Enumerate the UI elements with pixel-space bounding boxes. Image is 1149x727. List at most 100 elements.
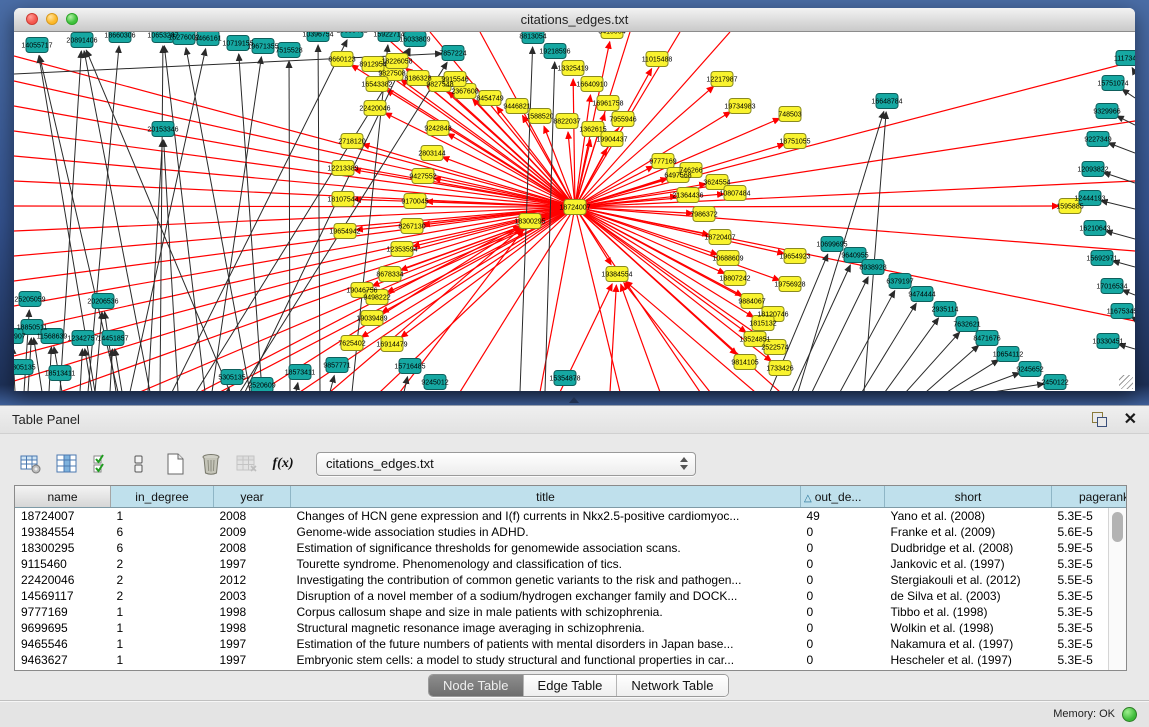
- tab-edge-table[interactable]: Edge Table: [524, 675, 618, 696]
- table-cell[interactable]: 19384554: [15, 524, 111, 540]
- table-cell[interactable]: 18724007: [15, 508, 111, 525]
- close-icon[interactable]: ✕: [1124, 409, 1137, 429]
- column-header-outde[interactable]: △out_de...: [801, 486, 885, 508]
- window-titlebar[interactable]: citations_edges.txt: [14, 8, 1135, 32]
- table-cell[interactable]: 6: [111, 540, 214, 556]
- network-canvas[interactable]: 1872400718300295193845541332541916640910…: [14, 32, 1135, 391]
- table-row[interactable]: 1938455462009Genome-wide association stu…: [15, 524, 1127, 540]
- column-header-pagerank[interactable]: pagerank: [1052, 486, 1128, 508]
- table-cell[interactable]: 0: [801, 588, 885, 604]
- table-row[interactable]: 1830029562008Estimation of significance …: [15, 540, 1127, 556]
- table-cell[interactable]: Estimation of significance thresholds fo…: [291, 540, 801, 556]
- table-cell[interactable]: 9777169: [15, 604, 111, 620]
- table-cell[interactable]: 2012: [214, 572, 291, 588]
- new-attribute-icon[interactable]: [160, 450, 190, 478]
- attribute-table-icon[interactable]: [16, 450, 46, 478]
- table-cell[interactable]: 18300295: [15, 540, 111, 556]
- table-cell[interactable]: 1998: [214, 620, 291, 636]
- table-row[interactable]: 946362711997Embryonic stem cells: a mode…: [15, 652, 1127, 668]
- table-row[interactable]: 969969511998Structural magnetic resonanc…: [15, 620, 1127, 636]
- table-cell[interactable]: Jankovic et al. (1997): [885, 556, 1052, 572]
- table-vertical-scrollbar[interactable]: [1108, 508, 1126, 670]
- tab-network-table[interactable]: Network Table: [617, 675, 727, 696]
- table-cell[interactable]: 9699695: [15, 620, 111, 636]
- split-divider-handle[interactable]: [569, 397, 579, 403]
- table-cell[interactable]: Franke et al. (2009): [885, 524, 1052, 540]
- table-cell[interactable]: Nakamura et al. (1997): [885, 636, 1052, 652]
- float-window-icon[interactable]: [1091, 411, 1107, 427]
- table-cell[interactable]: Tourette syndrome. Phenomenology and cla…: [291, 556, 801, 572]
- table-cell[interactable]: 1997: [214, 556, 291, 572]
- column-header-year[interactable]: year: [214, 486, 291, 508]
- table-cell[interactable]: Hescheler et al. (1997): [885, 652, 1052, 668]
- delete-attribute-icon[interactable]: [196, 450, 226, 478]
- table-cell[interactable]: 0: [801, 572, 885, 588]
- function-builder-icon[interactable]: f(x): [268, 450, 298, 478]
- table-cell[interactable]: Investigating the contribution of common…: [291, 572, 801, 588]
- table-cell[interactable]: 1: [111, 652, 214, 668]
- table-cell[interactable]: Wolkin et al. (1998): [885, 620, 1052, 636]
- table-cell[interactable]: de Silva et al. (2003): [885, 588, 1052, 604]
- table-cell[interactable]: 49: [801, 508, 885, 525]
- column-header-title[interactable]: title: [291, 486, 801, 508]
- table-cell[interactable]: Corpus callosum shape and size in male p…: [291, 604, 801, 620]
- scrollbar-thumb[interactable]: [1112, 512, 1123, 542]
- table-row[interactable]: 1872400712008Changes of HCN gene express…: [15, 508, 1127, 525]
- table-cell[interactable]: Tibbo et al. (1998): [885, 604, 1052, 620]
- table-cell[interactable]: 0: [801, 556, 885, 572]
- table-cell[interactable]: 2009: [214, 524, 291, 540]
- table-cell[interactable]: 1997: [214, 636, 291, 652]
- rows-icon[interactable]: [124, 450, 154, 478]
- window-resize-grip[interactable]: [1119, 375, 1133, 389]
- table-cell[interactable]: 0: [801, 540, 885, 556]
- table-cell[interactable]: 1: [111, 620, 214, 636]
- table-cell[interactable]: 1: [111, 604, 214, 620]
- table-cell[interactable]: 2: [111, 572, 214, 588]
- table-cell[interactable]: 9463627: [15, 652, 111, 668]
- table-cell[interactable]: 0: [801, 620, 885, 636]
- table-cell[interactable]: 1: [111, 508, 214, 525]
- table-cell[interactable]: 14569117: [15, 588, 111, 604]
- table-cell[interactable]: 2008: [214, 508, 291, 525]
- table-cell[interactable]: Changes of HCN gene expression and I(f) …: [291, 508, 801, 525]
- table-row[interactable]: 977716911998Corpus callosum shape and si…: [15, 604, 1127, 620]
- column-header-name[interactable]: name: [15, 486, 111, 508]
- table-row[interactable]: 911546021997Tourette syndrome. Phenomeno…: [15, 556, 1127, 572]
- column-visibility-icon[interactable]: [52, 450, 82, 478]
- table-cell[interactable]: 6: [111, 524, 214, 540]
- table-cell[interactable]: 0: [801, 604, 885, 620]
- table-cell[interactable]: 0: [801, 524, 885, 540]
- column-header-short[interactable]: short: [885, 486, 1052, 508]
- table-cell[interactable]: 2: [111, 588, 214, 604]
- table-cell[interactable]: 2008: [214, 540, 291, 556]
- table-cell[interactable]: 2: [111, 556, 214, 572]
- table-cell[interactable]: Structural magnetic resonance image aver…: [291, 620, 801, 636]
- table-cell[interactable]: 0: [801, 652, 885, 668]
- table-cell[interactable]: 0: [801, 636, 885, 652]
- table-selector-dropdown[interactable]: citations_edges.txt: [316, 452, 696, 476]
- delete-table-icon[interactable]: [232, 450, 262, 478]
- memory-status-label[interactable]: Memory: OK: [1053, 708, 1115, 720]
- table-cell[interactable]: Yano et al. (2008): [885, 508, 1052, 525]
- table-cell[interactable]: 9465546: [15, 636, 111, 652]
- table-cell[interactable]: 2003: [214, 588, 291, 604]
- table-cell[interactable]: Stergiakouli et al. (2012): [885, 572, 1052, 588]
- table-row[interactable]: 2242004622012Investigating the contribut…: [15, 572, 1127, 588]
- table-row[interactable]: 946554611997Estimation of the future num…: [15, 636, 1127, 652]
- table-cell[interactable]: 22420046: [15, 572, 111, 588]
- table-cell[interactable]: Estimation of the future numbers of pati…: [291, 636, 801, 652]
- table-cell[interactable]: Genome-wide association studies in ADHD.: [291, 524, 801, 540]
- table-row[interactable]: 1456911722003Disruption of a novel membe…: [15, 588, 1127, 604]
- table-cell[interactable]: Disruption of a novel member of a sodium…: [291, 588, 801, 604]
- table-cell[interactable]: 9115460: [15, 556, 111, 572]
- table-cell[interactable]: Embryonic stem cells: a model to study s…: [291, 652, 801, 668]
- tab-node-table[interactable]: Node Table: [429, 675, 524, 696]
- graph-node-label: 18660306: [104, 33, 135, 40]
- table-cell[interactable]: 1: [111, 636, 214, 652]
- column-header-indegree[interactable]: in_degree: [111, 486, 214, 508]
- select-attributes-icon[interactable]: [88, 450, 118, 478]
- table-cell[interactable]: Dudbridge et al. (2008): [885, 540, 1052, 556]
- table-cell[interactable]: 1998: [214, 604, 291, 620]
- table-cell[interactable]: 1997: [214, 652, 291, 668]
- memory-status-icon[interactable]: [1122, 707, 1137, 722]
